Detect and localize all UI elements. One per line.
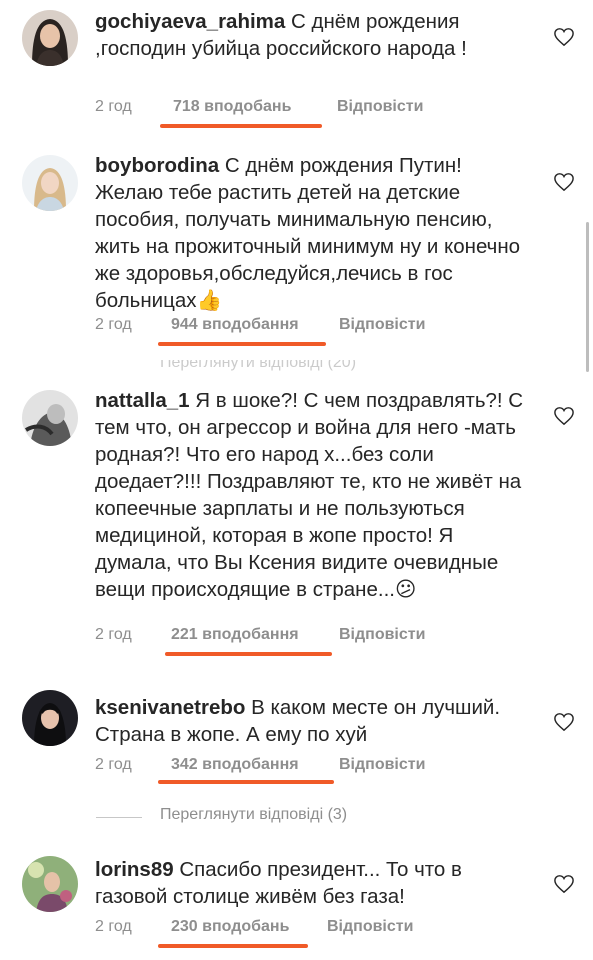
- comment-time: 2 год: [95, 316, 132, 333]
- scrollbar[interactable]: [586, 222, 589, 372]
- avatar[interactable]: [22, 856, 78, 912]
- heart-outline-icon[interactable]: [553, 172, 575, 192]
- reply-button[interactable]: Відповісти: [339, 756, 425, 774]
- view-replies-link[interactable]: Переглянути відповіді (3): [0, 806, 593, 830]
- heart-outline-icon[interactable]: [553, 712, 575, 732]
- comment-body: С днём рождения Путин! Желаю тебе растит…: [95, 154, 521, 312]
- comment-text: lorins89 Спасибо президент... То что в г…: [95, 856, 535, 910]
- avatar[interactable]: [22, 390, 78, 446]
- view-replies-label: Переглянути відповіді (3): [160, 806, 348, 823]
- avatar[interactable]: [22, 155, 78, 211]
- highlight-underline: [158, 342, 326, 346]
- comment-text: ksenivanetrebo В каком месте он лучший. …: [95, 694, 535, 748]
- highlight-underline: [160, 124, 322, 128]
- comment-likes[interactable]: 230 вподобань: [171, 918, 289, 936]
- comment-username[interactable]: lorins89: [95, 858, 174, 881]
- reply-button[interactable]: Відповісти: [337, 98, 423, 116]
- comment-likes[interactable]: 944 вподобання: [171, 316, 299, 334]
- comment-text: nattalla_1 Я в шоке?! С чем поздравлять?…: [95, 387, 535, 603]
- heart-outline-icon[interactable]: [553, 27, 575, 47]
- view-replies-label: Переглянути відповіді (20): [160, 360, 357, 371]
- highlight-underline: [165, 652, 332, 656]
- highlight-underline: [158, 944, 308, 948]
- heart-outline-icon[interactable]: [553, 406, 575, 426]
- comment-username[interactable]: boyborodina: [95, 154, 219, 177]
- comment-time: 2 год: [95, 626, 132, 643]
- comment-likes[interactable]: 221 вподобання: [171, 626, 299, 644]
- comment-time: 2 год: [95, 756, 132, 773]
- heart-outline-icon[interactable]: [553, 874, 575, 894]
- highlight-underline: [158, 780, 334, 784]
- view-replies-divider: [96, 817, 142, 818]
- avatar[interactable]: [22, 690, 78, 746]
- view-replies-link[interactable]: Переглянути відповіді (20): [0, 360, 593, 374]
- reply-button[interactable]: Відповісти: [339, 626, 425, 644]
- comment-body: Я в шоке?! С чем поздравлять?! С тем что…: [95, 389, 524, 601]
- comment-time: 2 год: [95, 98, 132, 115]
- avatar[interactable]: [22, 10, 78, 66]
- comment-username[interactable]: ksenivanetrebo: [95, 696, 245, 719]
- comment-likes[interactable]: 718 вподобань: [173, 98, 291, 116]
- reply-button[interactable]: Відповісти: [339, 316, 425, 334]
- comment-username[interactable]: gochiyaeva_rahima: [95, 10, 285, 33]
- comment-text: gochiyaeva_rahima С днём рождения ,госпо…: [95, 8, 535, 62]
- comment-likes[interactable]: 342 вподобання: [171, 756, 299, 774]
- comment-time: 2 год: [95, 918, 132, 935]
- comment-username[interactable]: nattalla_1: [95, 389, 190, 412]
- comment-text: boyborodina С днём рождения Путин! Желаю…: [95, 152, 535, 314]
- reply-button[interactable]: Відповісти: [327, 918, 413, 936]
